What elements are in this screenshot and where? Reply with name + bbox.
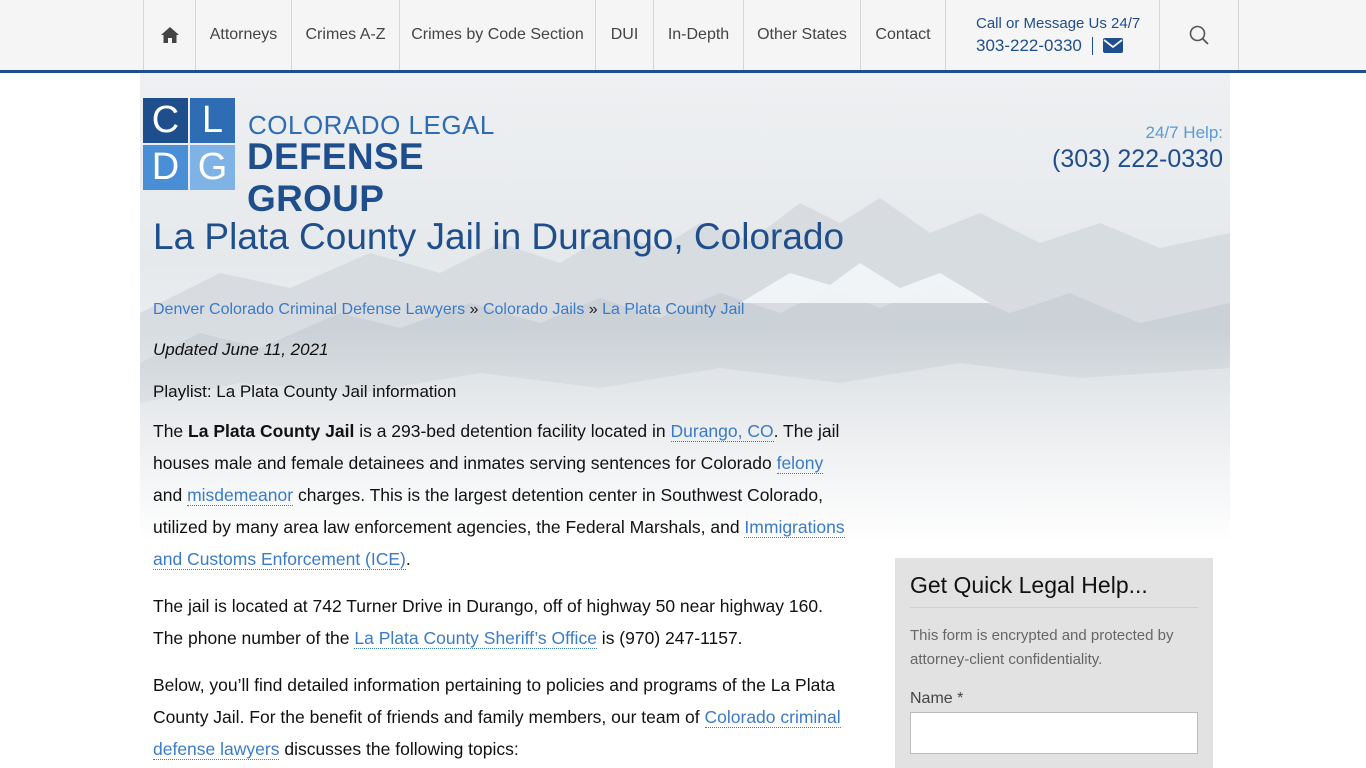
breadcrumb-link-current[interactable]: La Plata County Jail [602, 301, 744, 318]
search-icon [1189, 25, 1209, 45]
paragraph-topics: Below, you’ll find detailed information … [153, 669, 853, 765]
nav-menu: Attorneys Crimes A-Z Crimes by Code Sect… [143, 0, 1239, 70]
quick-help-form: Get Quick Legal Help... This form is enc… [895, 558, 1213, 768]
form-note: This form is encrypted and protected by … [910, 627, 1174, 668]
text: is (970) 247-1157. [596, 628, 743, 648]
nav-dui[interactable]: DUI [595, 0, 653, 70]
text: and [153, 485, 188, 505]
message-link[interactable] [1102, 38, 1123, 53]
main-content: La Plata County Jail in Durango, Colorad… [153, 215, 853, 765]
breadcrumb: Denver Colorado Criminal Defense Lawyers… [153, 301, 853, 319]
breadcrumb-link-jails[interactable]: Colorado Jails [483, 301, 584, 318]
form-title: Get Quick Legal Help... [910, 572, 1198, 608]
top-nav-bar: Attorneys Crimes A-Z Crimes by Code Sect… [0, 0, 1366, 73]
nav-crimes-by-code-section[interactable]: Crimes by Code Section [399, 0, 595, 70]
nav-call-box: Call or Message Us 24/7 303-222-0330 [945, 0, 1159, 70]
call-row: 303-222-0330 [976, 36, 1123, 56]
divider [1091, 36, 1093, 55]
logo-letter-g: G [190, 145, 235, 190]
name-field[interactable] [910, 712, 1198, 754]
breadcrumb-link-home[interactable]: Denver Colorado Criminal Defense Lawyers [153, 301, 465, 318]
logo-letter-l: L [190, 98, 235, 143]
text: is a 293-bed detention facility located … [354, 421, 671, 441]
text: The [153, 421, 189, 441]
help-phone-link[interactable]: (303) 222-0330 [1052, 145, 1223, 174]
paragraph-intro: The La Plata County Jail is a 293-bed de… [153, 415, 853, 575]
page-title: La Plata County Jail in Durango, Colorad… [153, 216, 845, 257]
link-durango[interactable]: Durango, CO [670, 421, 774, 442]
nav-attorneys[interactable]: Attorneys [195, 0, 291, 70]
jail-name-bold: La Plata County Jail [188, 421, 355, 441]
nav-crimes-a-z[interactable]: Crimes A-Z [291, 0, 399, 70]
home-icon [160, 27, 179, 43]
help-label: 24/7 Help: [1145, 123, 1224, 142]
nav-contact[interactable]: Contact [860, 0, 945, 70]
paragraph-location: The jail is located at 742 Turner Drive … [153, 590, 853, 654]
envelope-icon [1102, 38, 1123, 53]
logo-letter-d: D [143, 145, 188, 190]
playlist-label: Playlist: La Plata County Jail informati… [153, 382, 457, 401]
text: discusses the following topics: [279, 739, 519, 759]
updated-date: Updated June 11, 2021 [153, 340, 329, 359]
name-label: Name * [910, 690, 964, 707]
site-logo[interactable]: C L D G COLORADO LEGAL DEFENSE GROUP [143, 98, 563, 219]
nav-other-states[interactable]: Other States [743, 0, 860, 70]
breadcrumb-separator: » [588, 301, 598, 318]
link-misdemeanor[interactable]: misdemeanor [187, 485, 294, 506]
link-felony[interactable]: felony [776, 453, 824, 474]
logo-mark: C L D G [143, 98, 235, 190]
logo-text-line2: DEFENSE GROUP [247, 136, 424, 219]
logo-letter-c: C [143, 98, 188, 143]
breadcrumb-separator: » [469, 301, 479, 318]
help-contact: 24/7 Help: (303) 222-0330 [1052, 123, 1223, 174]
call-phone-link[interactable]: 303-222-0330 [976, 36, 1082, 56]
link-sheriffs-office[interactable]: La Plata County Sheriff’s Office [354, 628, 597, 649]
search-button[interactable] [1159, 0, 1239, 70]
nav-in-depth[interactable]: In-Depth [653, 0, 743, 70]
nav-home-link[interactable] [143, 0, 195, 70]
text: . [405, 549, 411, 569]
call-label: Call or Message Us 24/7 [976, 14, 1141, 32]
